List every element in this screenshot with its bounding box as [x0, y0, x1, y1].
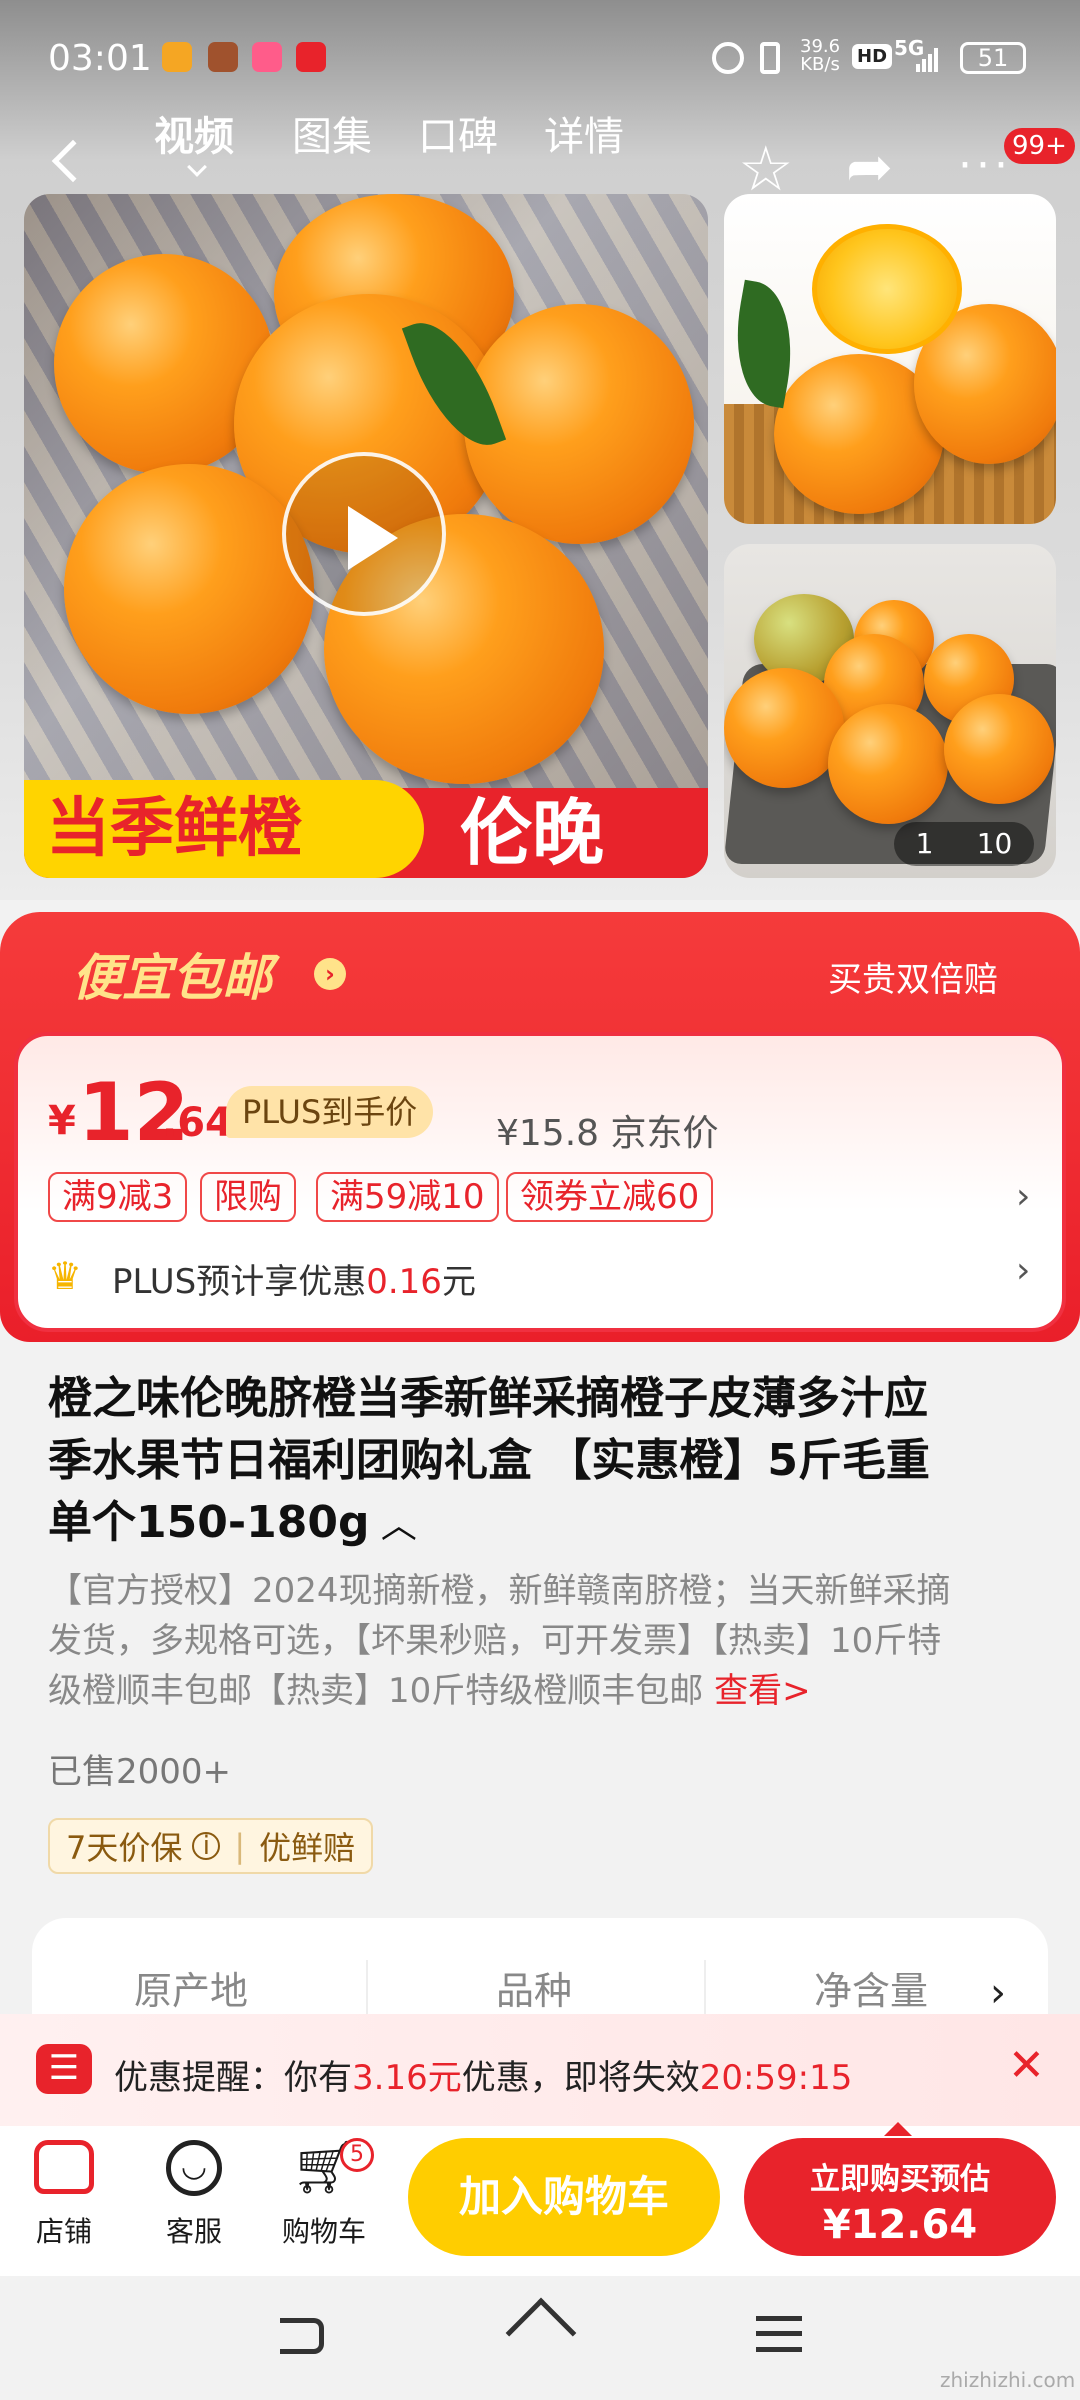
- store-label: 店铺: [35, 2215, 92, 2248]
- product-description-line: 【官方授权】2024现摘新橙，新鲜赣南脐橙；当天新鲜采摘: [48, 1571, 951, 1611]
- reminder-middle: 优惠，即将失效: [461, 2058, 700, 2098]
- banner-left-label: 当季鲜橙: [24, 780, 424, 878]
- app-notification-icon: [162, 42, 192, 72]
- tab-reviews[interactable]: 口碑: [418, 104, 498, 162]
- product-title-line: 季水果节日福利团购礼盒 【实惠橙】5斤毛重: [48, 1435, 930, 1486]
- alarm-icon: [712, 42, 744, 74]
- product-description-line: 发货，多规格可选，【坏果秒赔，可开发票】【热卖】10斤特: [48, 1621, 942, 1661]
- message-badge: 99+: [1004, 128, 1075, 164]
- system-menu-icon[interactable]: [756, 2316, 802, 2352]
- spec-divider: [704, 1960, 706, 2020]
- specs-chevron-icon[interactable]: ›: [990, 1970, 1006, 2016]
- chevron-right-icon: ›: [314, 958, 346, 990]
- coupon-chevron-icon[interactable]: ›: [1016, 1176, 1030, 1217]
- spec-net-weight[interactable]: 净含量: [814, 1960, 928, 2015]
- coupon-tag[interactable]: 满9减3: [48, 1172, 188, 1222]
- gallery-thumbnail-2[interactable]: 1 10: [724, 544, 1056, 878]
- sold-count: 已售2000+: [48, 1752, 232, 1792]
- guarantee-tag[interactable]: 7天价保 i | 优鲜赔: [48, 1818, 374, 1874]
- service-label: 客服: [165, 2215, 222, 2248]
- buy-now-price: ¥12.64: [822, 2202, 978, 2248]
- spec-divider: [366, 1960, 368, 2020]
- page-total: 10: [976, 827, 1013, 860]
- plus-discount-suffix: 元: [441, 1262, 476, 1302]
- watermark: zhizhizhi.com: [940, 2368, 1076, 2392]
- product-description-line: 级橙顺丰包邮【热卖】10斤特级橙顺丰包邮: [48, 1671, 704, 1711]
- view-more-link[interactable]: 查看>: [714, 1671, 811, 1711]
- service-icon: ◡: [166, 2140, 222, 2196]
- price-currency: ¥: [48, 1098, 76, 1144]
- plus-discount-amount: 0.16: [366, 1262, 442, 1302]
- info-icon[interactable]: i: [192, 1832, 221, 1860]
- plus-discount-prefix: PLUS预计享优惠: [112, 1262, 367, 1302]
- gallery-page-indicator: 1 10: [894, 822, 1034, 866]
- reminder-amount: 3.16元: [352, 2058, 462, 2098]
- jd-price: ¥15.8 京东价: [496, 1113, 719, 1154]
- tab-album[interactable]: 图集: [292, 104, 372, 162]
- vibrate-icon: [760, 42, 780, 74]
- reminder-prefix: 优惠提醒：你有: [114, 2058, 352, 2098]
- battery-level: 51: [977, 44, 1009, 72]
- favorite-star-icon[interactable]: ☆: [738, 138, 794, 200]
- game-notification-icon: [208, 42, 238, 72]
- coupon-tag[interactable]: 满59减10: [316, 1172, 499, 1222]
- system-back-icon[interactable]: [280, 2318, 324, 2354]
- main-product-video[interactable]: 当季鲜橙 伦晚: [24, 194, 708, 878]
- store-icon: [34, 2140, 94, 2194]
- buy-now-button[interactable]: 立即购买预估 ¥12.64: [744, 2138, 1056, 2256]
- tooltip-arrow: [884, 2122, 912, 2136]
- battery-indicator: 51: [960, 42, 1026, 74]
- reminder-timer: 20:59:15: [699, 2058, 853, 2098]
- network-speed: 39.6 KB/s: [800, 38, 840, 74]
- customer-service-button[interactable]: ◡ 客服: [144, 2140, 244, 2250]
- app-notification-icon: [252, 42, 282, 72]
- coupon-tag[interactable]: 领券立减60: [506, 1172, 714, 1222]
- tab-video[interactable]: 视频: [154, 104, 234, 162]
- page-current: 1: [915, 827, 934, 860]
- fresh-guarantee-label: 优鲜赔: [259, 1829, 356, 1867]
- coupon-icon: ☰: [36, 2044, 92, 2094]
- plus-discount-line[interactable]: PLUS预计享优惠0.16元: [112, 1254, 476, 1303]
- hd-indicator: HD: [852, 44, 893, 69]
- promo-title[interactable]: 便宜包邮: [72, 938, 272, 1010]
- price-protect-label: 7天价保: [66, 1829, 183, 1867]
- collapse-chevron-icon[interactable]: ︿: [369, 1505, 417, 1546]
- price-guarantee-label[interactable]: 买贵双倍赔: [828, 952, 998, 1001]
- plus-price-tag: PLUS到手价: [226, 1086, 434, 1138]
- product-title-line: 单个150-180g: [48, 1497, 370, 1548]
- gallery-thumbnail-1[interactable]: [724, 194, 1056, 524]
- coupon-tag[interactable]: 限购: [200, 1172, 296, 1222]
- plus-chevron-icon[interactable]: ›: [1016, 1250, 1030, 1291]
- add-to-cart-button[interactable]: 加入购物车: [408, 2138, 720, 2256]
- banner-right-label: 伦晚: [460, 791, 605, 875]
- tab-details[interactable]: 详情: [544, 104, 624, 162]
- product-title: 橙之味伦晚脐橙当季新鲜采摘橙子皮薄多汁应 季水果节日福利团购礼盒 【实惠橙】5斤…: [48, 1368, 930, 1557]
- crown-icon: ♛: [48, 1254, 83, 1298]
- speed-unit: KB/s: [800, 54, 840, 75]
- status-time: 03:01: [48, 38, 152, 79]
- reminder-text: 优惠提醒：你有3.16元优惠，即将失效20:59:15: [114, 2050, 852, 2099]
- store-button[interactable]: 店铺: [14, 2140, 114, 2250]
- cart-count-badge: 5: [340, 2138, 374, 2172]
- share-icon[interactable]: ➦: [846, 138, 893, 198]
- spec-origin[interactable]: 原产地: [134, 1960, 248, 2015]
- cart-label: 购物车: [281, 2215, 366, 2248]
- buy-now-label: 立即购买预估: [810, 2162, 990, 2197]
- product-title-line: 橙之味伦晚脐橙当季新鲜采摘橙子皮薄多汁应: [48, 1373, 928, 1424]
- product-description: 【官方授权】2024现摘新橙，新鲜赣南脐橙；当天新鲜采摘 发货，多规格可选，【坏…: [48, 1566, 951, 1716]
- price-decimal: .64: [162, 1100, 233, 1146]
- play-video-icon[interactable]: [282, 452, 446, 616]
- app-notification-icon: [296, 42, 326, 72]
- close-icon[interactable]: ✕: [1008, 2040, 1045, 2091]
- signal-icon: [916, 46, 944, 72]
- spec-variety[interactable]: 品种: [496, 1960, 572, 2015]
